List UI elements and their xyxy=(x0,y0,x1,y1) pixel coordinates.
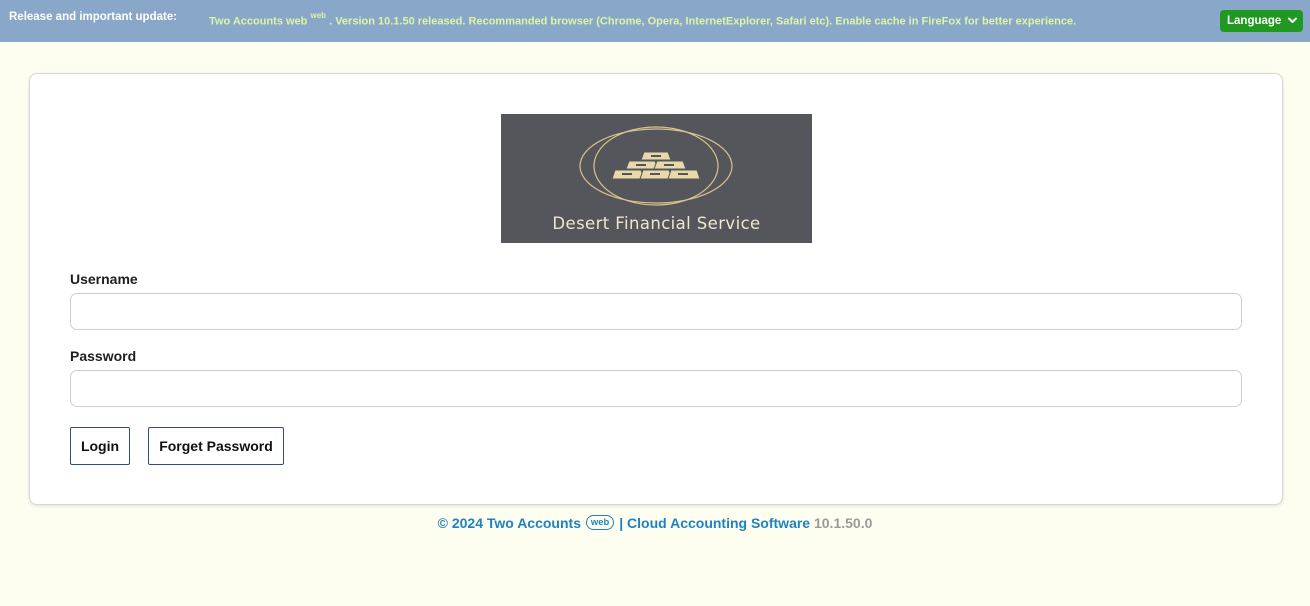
forget-password-button[interactable]: Forget Password xyxy=(148,427,284,465)
chevron-down-icon xyxy=(1288,17,1297,23)
release-message-web-sup: web xyxy=(310,11,327,20)
username-label: Username xyxy=(70,271,138,287)
logo-text: Desert Financial Service xyxy=(552,214,761,233)
release-message-text: . Version 10.1.50 released. Recommanded … xyxy=(329,15,1077,28)
password-label: Password xyxy=(70,348,137,364)
footer-copyright: © 2024 Two Accounts xyxy=(437,515,581,531)
password-input[interactable] xyxy=(70,370,1242,407)
release-message-product: Two Accounts web xyxy=(209,15,308,28)
footer-product: | Cloud Accounting Software xyxy=(619,515,811,531)
web-badge: web xyxy=(585,515,615,530)
login-button[interactable]: Login xyxy=(70,427,130,465)
language-button-label: Language xyxy=(1227,15,1282,27)
username-input[interactable] xyxy=(70,293,1242,330)
language-button[interactable]: Language xyxy=(1220,10,1303,32)
footer: © 2024 Two Accounts web | Cloud Accounti… xyxy=(0,515,1310,533)
release-label: Release and important update: xyxy=(9,11,178,23)
login-card: Desert Financial Service Username Passwo… xyxy=(29,73,1283,505)
footer-version: 10.1.50.0 xyxy=(813,515,873,531)
release-banner: Release and important update: Two Accoun… xyxy=(0,0,1310,42)
company-logo: Desert Financial Service xyxy=(501,114,812,243)
release-message: Two Accounts web web . Version 10.1.50 r… xyxy=(209,11,1077,28)
